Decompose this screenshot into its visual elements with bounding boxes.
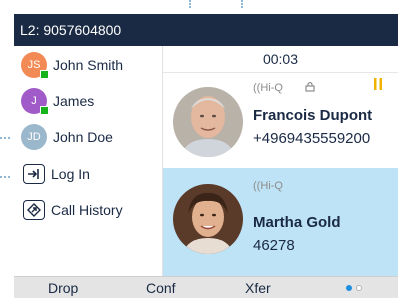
- call-item-held[interactable]: ((Hi-Q Francois Dupont +4969435559200: [163, 73, 398, 168]
- softkey-bar: Drop Conf Xfer: [14, 276, 398, 298]
- sidebar-item-label: James: [53, 93, 95, 109]
- call-history-icon: [23, 200, 45, 220]
- sidebar-item-john-smith[interactable]: JS John Smith: [14, 47, 162, 83]
- sidebar-item-label: John Doe: [53, 129, 113, 145]
- phone-screen: L2: 9057604800 JS John Smith J James JD …: [14, 14, 398, 298]
- sidebar-item-label: Call History: [51, 202, 123, 218]
- callout-guide-line: [241, 0, 243, 8]
- avatar: JD: [21, 124, 47, 150]
- call-area: 00:03 ((Hi-Q Francois Dupont +4969435559…: [163, 46, 398, 276]
- line-status-bar: L2: 9057604800: [14, 14, 398, 46]
- caller-number: +4969435559200: [253, 130, 371, 147]
- callout-guide-line: [0, 176, 10, 178]
- caller-photo: [173, 184, 243, 254]
- codec-text: Hi-Q: [260, 180, 283, 192]
- page-indicator[interactable]: [346, 285, 362, 291]
- sidebar-item-label: John Smith: [53, 57, 124, 73]
- callout-guide-line: [189, 0, 191, 8]
- call-item-active[interactable]: ((Hi-Q Martha Gold 46278: [163, 168, 398, 276]
- sidebar-item-label: Log In: [51, 166, 90, 182]
- call-timer: 00:03: [163, 46, 398, 73]
- sidebar-item-james[interactable]: J James: [14, 83, 162, 119]
- conf-button[interactable]: Conf: [146, 280, 176, 296]
- callout-guide-line: [0, 137, 10, 139]
- lock-icon: [305, 81, 315, 95]
- sidebar-item-log-in[interactable]: Log In: [14, 156, 162, 192]
- presence-indicator: [40, 70, 49, 79]
- page-dot-active: [346, 285, 352, 291]
- xfer-button[interactable]: Xfer: [245, 280, 271, 296]
- avatar: JS: [21, 52, 49, 79]
- page-dot: [356, 285, 362, 291]
- line-label: L2: 9057604800: [20, 22, 122, 38]
- sidebar-item-call-history[interactable]: Call History: [14, 192, 162, 228]
- avatar-initials: JS: [27, 59, 41, 71]
- caller-number: 46278: [253, 237, 295, 254]
- caller-photo: [173, 87, 243, 157]
- hiq-codec-label: ((Hi-Q: [253, 82, 283, 94]
- sidebar: JS John Smith J James JD John Doe Log In: [14, 46, 163, 276]
- avatar-initials: JD: [27, 131, 41, 143]
- avatar: J: [21, 88, 49, 115]
- login-icon: [23, 164, 45, 184]
- drop-button[interactable]: Drop: [48, 280, 78, 296]
- caller-name: Martha Gold: [253, 214, 341, 231]
- caller-name: Francois Dupont: [253, 107, 373, 124]
- sidebar-item-john-doe[interactable]: JD John Doe: [14, 119, 162, 155]
- presence-indicator: [40, 106, 49, 115]
- hold-icon: [373, 77, 383, 96]
- avatar-initials: J: [31, 95, 37, 107]
- hiq-codec-label: ((Hi-Q: [253, 180, 283, 192]
- codec-text: Hi-Q: [260, 82, 283, 94]
